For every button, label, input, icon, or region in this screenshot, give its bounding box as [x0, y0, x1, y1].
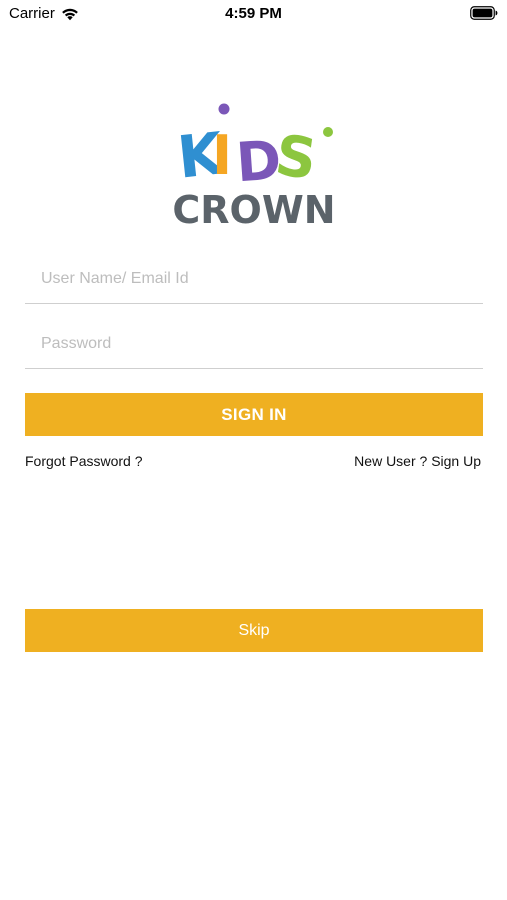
username-input[interactable] [41, 265, 471, 293]
logo-dot-top [218, 103, 230, 115]
username-field [25, 257, 483, 304]
sign-in-button[interactable]: SIGN IN [25, 393, 483, 436]
password-input[interactable] [41, 330, 471, 358]
logo-letter-s: S [271, 123, 320, 193]
sign-up-link[interactable]: New User ? Sign Up [354, 453, 481, 469]
status-bar: Carrier 4:59 PM [0, 0, 507, 28]
kids-crown-logo: K I D S CROWN [172, 103, 336, 230]
battery-icon [470, 6, 498, 20]
logo-letter-i: I [212, 124, 232, 187]
skip-button[interactable]: Skip [25, 609, 483, 652]
forgot-password-link[interactable]: Forgot Password ? [25, 453, 143, 469]
status-time: 4:59 PM [225, 5, 282, 22]
logo-dot-right [323, 127, 333, 137]
password-field [25, 322, 483, 369]
logo-crown-text: CROWN [172, 188, 335, 230]
